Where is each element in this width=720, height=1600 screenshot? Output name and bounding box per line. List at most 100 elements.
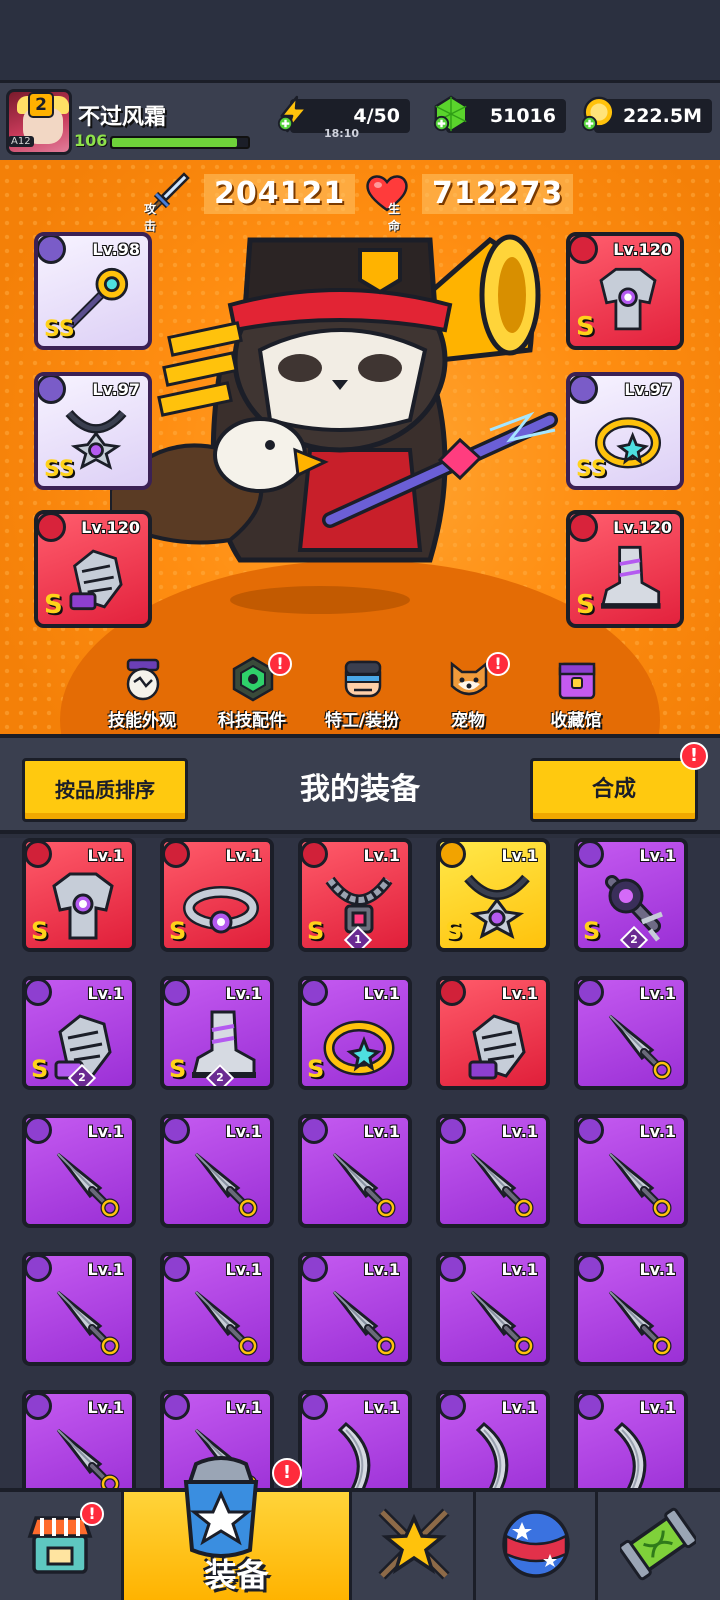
item-level: Lv.1: [225, 846, 262, 865]
item-level: Lv.1: [639, 984, 676, 1003]
agent-button[interactable]: 特工/装扮: [312, 650, 412, 734]
item-grade: S: [169, 1055, 187, 1083]
ring-belt-icon: [183, 886, 259, 934]
inventory-item[interactable]: Lv.1 S: [22, 838, 136, 952]
inventory-item[interactable]: Lv.1: [22, 1114, 136, 1228]
blade-icon: [475, 1421, 509, 1488]
inventory-item[interactable]: Lv.1: [574, 1114, 688, 1228]
feature-menu: 技能外观 ! 科技配件 特工/装扮 ! 宠物 收藏馆: [0, 650, 720, 734]
item-level: Lv.1: [363, 1122, 400, 1141]
equipped-slot-necklace[interactable]: Lv.97 SS: [34, 372, 152, 490]
kunai-icon: [56, 1152, 120, 1218]
hero-character[interactable]: [110, 200, 580, 670]
inventory-item[interactable]: Lv.1: [436, 1252, 550, 1366]
skill-skin-icon: [126, 658, 160, 701]
inventory-item[interactable]: Lv.1: [436, 976, 550, 1090]
inventory-item[interactable]: Lv.1: [298, 1390, 412, 1488]
nav-tab-lab[interactable]: [598, 1492, 720, 1600]
equipped-grade: S: [44, 590, 63, 620]
merge-alert-badge: !: [680, 742, 708, 770]
kunai-icon: [470, 1290, 534, 1356]
inventory-item[interactable]: Lv.1: [160, 1252, 274, 1366]
item-level: Lv.1: [501, 984, 538, 1003]
blade-icon: [613, 1421, 647, 1488]
skill-skin-button[interactable]: 技能外观: [92, 650, 192, 734]
inventory-item[interactable]: Lv.1: [22, 1252, 136, 1366]
armor-icon: [52, 872, 114, 940]
status-bar-area: [0, 0, 720, 80]
kunai-icon: [194, 1152, 258, 1218]
item-level: Lv.1: [87, 984, 124, 1003]
equipped-slot-weapon[interactable]: Lv.98 SS: [34, 232, 152, 350]
xp-bar-fill: [112, 138, 238, 147]
nav-tab-shop[interactable]: !: [0, 1492, 124, 1600]
gold-counter[interactable]: 222.5M: [581, 96, 712, 133]
inventory-item[interactable]: Lv.1: [574, 976, 688, 1090]
equipped-level: Lv.120: [613, 240, 672, 259]
inventory-item[interactable]: Lv.1 S 2: [22, 976, 136, 1090]
gem-counter[interactable]: 51016: [433, 95, 566, 133]
nav-tab-planet[interactable]: [476, 1492, 598, 1600]
inventory-item[interactable]: Lv.1: [574, 1252, 688, 1366]
merge-button[interactable]: 合成: [530, 758, 698, 822]
inventory-item[interactable]: Lv.1 S: [436, 838, 550, 952]
inventory-grid: Lv.1 S Lv.1 S Lv.1 S 1 Lv.1 S Lv.1 S 2 L…: [0, 838, 720, 1488]
item-count: 2: [78, 1071, 86, 1084]
kunai-icon: [608, 1014, 672, 1080]
inventory-item[interactable]: Lv.1: [436, 1390, 550, 1488]
equipped-level: Lv.120: [613, 518, 672, 537]
kunai-icon: [56, 1428, 120, 1488]
equipped-slot-ring[interactable]: Lv.97 SS: [566, 372, 684, 490]
agent-label: 特工/装扮: [324, 711, 400, 731]
inventory-item[interactable]: Lv.1 S 2: [574, 838, 688, 952]
kunai-icon: [608, 1290, 672, 1356]
item-level: Lv.1: [639, 1260, 676, 1279]
top-bar: 不过风霜 106 4/50 18:10 51016 222.5M: [0, 80, 720, 160]
kunai-icon: [332, 1290, 396, 1356]
equipped-grade: SS: [44, 457, 75, 482]
inventory-item[interactable]: Lv.1: [298, 1114, 412, 1228]
gold-value: 222.5M: [622, 105, 702, 127]
collection-button[interactable]: 收藏馆: [526, 650, 626, 734]
inventory-item[interactable]: Lv.1 S: [160, 838, 274, 952]
nav-tab-equipment[interactable]: ! 装备: [124, 1456, 352, 1600]
item-grade: S: [445, 917, 463, 945]
item-grade: S: [307, 917, 325, 945]
inventory-item[interactable]: Lv.1: [298, 1252, 412, 1366]
item-count: 2: [216, 1071, 224, 1084]
player-level: 106: [74, 131, 108, 150]
item-grade: S: [31, 1055, 49, 1083]
tech-parts-label: 科技配件: [218, 711, 286, 731]
pet-alert-badge: !: [486, 652, 510, 676]
inventory-item[interactable]: Lv.1 S 2: [160, 976, 274, 1090]
equipped-grade: SS: [576, 457, 607, 482]
collection-icon: [558, 662, 596, 700]
energy-timer: 18:10: [324, 127, 360, 140]
item-level: Lv.1: [225, 984, 262, 1003]
equipped-level: Lv.98: [92, 240, 140, 259]
item-level: Lv.1: [501, 846, 538, 865]
gauntlet-icon: [468, 1014, 526, 1080]
lab-capsule-icon: [620, 1507, 696, 1581]
nav-tab-battle[interactable]: [352, 1492, 476, 1600]
pet-button[interactable]: ! 宠物: [418, 650, 518, 734]
item-level: Lv.1: [363, 1398, 400, 1417]
gem-value: 51016: [489, 105, 556, 127]
equipped-slot-boots[interactable]: Lv.120 S: [566, 510, 684, 628]
item-level: Lv.1: [87, 1260, 124, 1279]
inventory-item[interactable]: Lv.1: [436, 1114, 550, 1228]
planet-ball-icon: [502, 1510, 570, 1578]
inventory-item[interactable]: Lv.1 S 1: [298, 838, 412, 952]
item-level: Lv.1: [639, 1398, 676, 1417]
inventory-item[interactable]: Lv.1: [160, 1114, 274, 1228]
player-name: 不过风霜: [78, 105, 167, 130]
inventory-item[interactable]: Lv.1: [22, 1390, 136, 1488]
inventory-item[interactable]: Lv.1: [574, 1390, 688, 1488]
shop-alert-badge: !: [80, 1502, 104, 1526]
item-level: Lv.1: [225, 1260, 262, 1279]
item-level: Lv.1: [87, 846, 124, 865]
inventory-item[interactable]: Lv.1 S: [298, 976, 412, 1090]
tech-parts-button[interactable]: ! 科技配件: [202, 650, 302, 734]
equipped-slot-gloves[interactable]: Lv.120 S: [34, 510, 152, 628]
equipped-slot-armor[interactable]: Lv.120 S: [566, 232, 684, 350]
